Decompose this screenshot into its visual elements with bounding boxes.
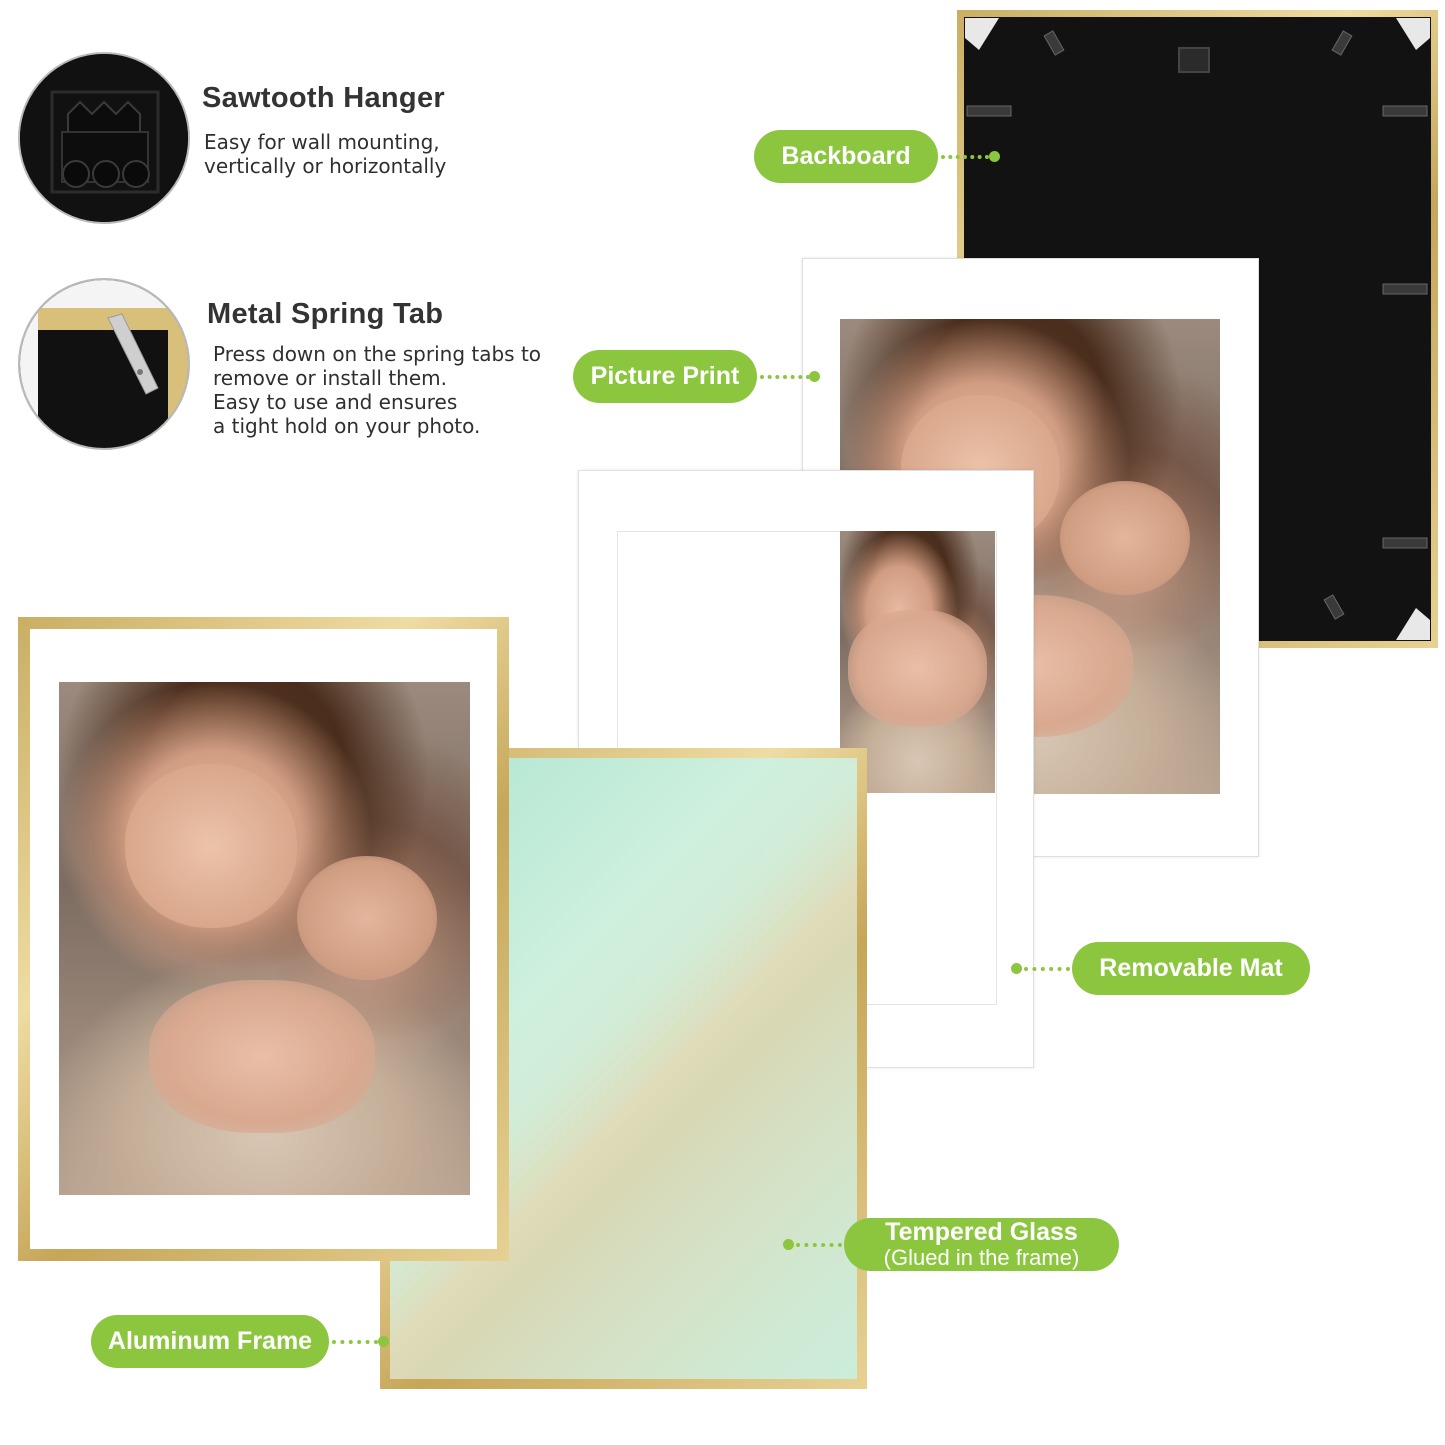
front-photo-face	[124, 764, 298, 929]
tempered-glass-subtitle: (Glued in the frame)	[883, 1244, 1080, 1270]
spring-tab-thumbnail	[18, 278, 190, 450]
photo-hands-mat	[847, 609, 988, 728]
tempered-glass-leader-dot	[783, 1239, 794, 1250]
feature-title-sawtooth: Sawtooth Hanger	[202, 82, 445, 114]
front-photo	[59, 682, 470, 1195]
aluminum-frame-leader	[332, 1340, 378, 1344]
tempered-glass-label: Tempered Glass (Glued in the frame)	[844, 1218, 1119, 1271]
tempered-glass-title: Tempered Glass	[885, 1217, 1078, 1246]
removable-mat-leader-dot	[1011, 963, 1022, 974]
sawtooth-hanger-icon	[20, 54, 188, 222]
removable-mat-label: Removable Mat	[1072, 942, 1310, 995]
front-photo-hands	[149, 979, 376, 1134]
backboard-leader-dot	[989, 151, 1000, 162]
feature-text-sawtooth: Easy for wall mounting, vertically or ho…	[204, 130, 447, 178]
picture-print-leader-dot	[809, 371, 820, 382]
picture-print-leader	[760, 375, 810, 379]
removable-mat-leader	[1024, 967, 1070, 971]
front-photo-child	[297, 856, 438, 980]
feature-title-spring-tab: Metal Spring Tab	[207, 298, 444, 330]
backboard-label: Backboard	[754, 130, 938, 183]
aluminum-frame-label: Aluminum Frame	[91, 1315, 329, 1368]
spring-tab-icon	[20, 280, 188, 448]
aluminum-frame-leader-dot	[378, 1336, 389, 1347]
tempered-glass-leader	[796, 1243, 842, 1247]
picture-print-label: Picture Print	[573, 350, 757, 403]
backboard-leader	[941, 155, 989, 159]
sawtooth-hanger-thumbnail	[18, 52, 190, 224]
photo-child	[1060, 480, 1190, 595]
feature-text-spring-tab: Press down on the spring tabs to remove …	[213, 342, 542, 438]
